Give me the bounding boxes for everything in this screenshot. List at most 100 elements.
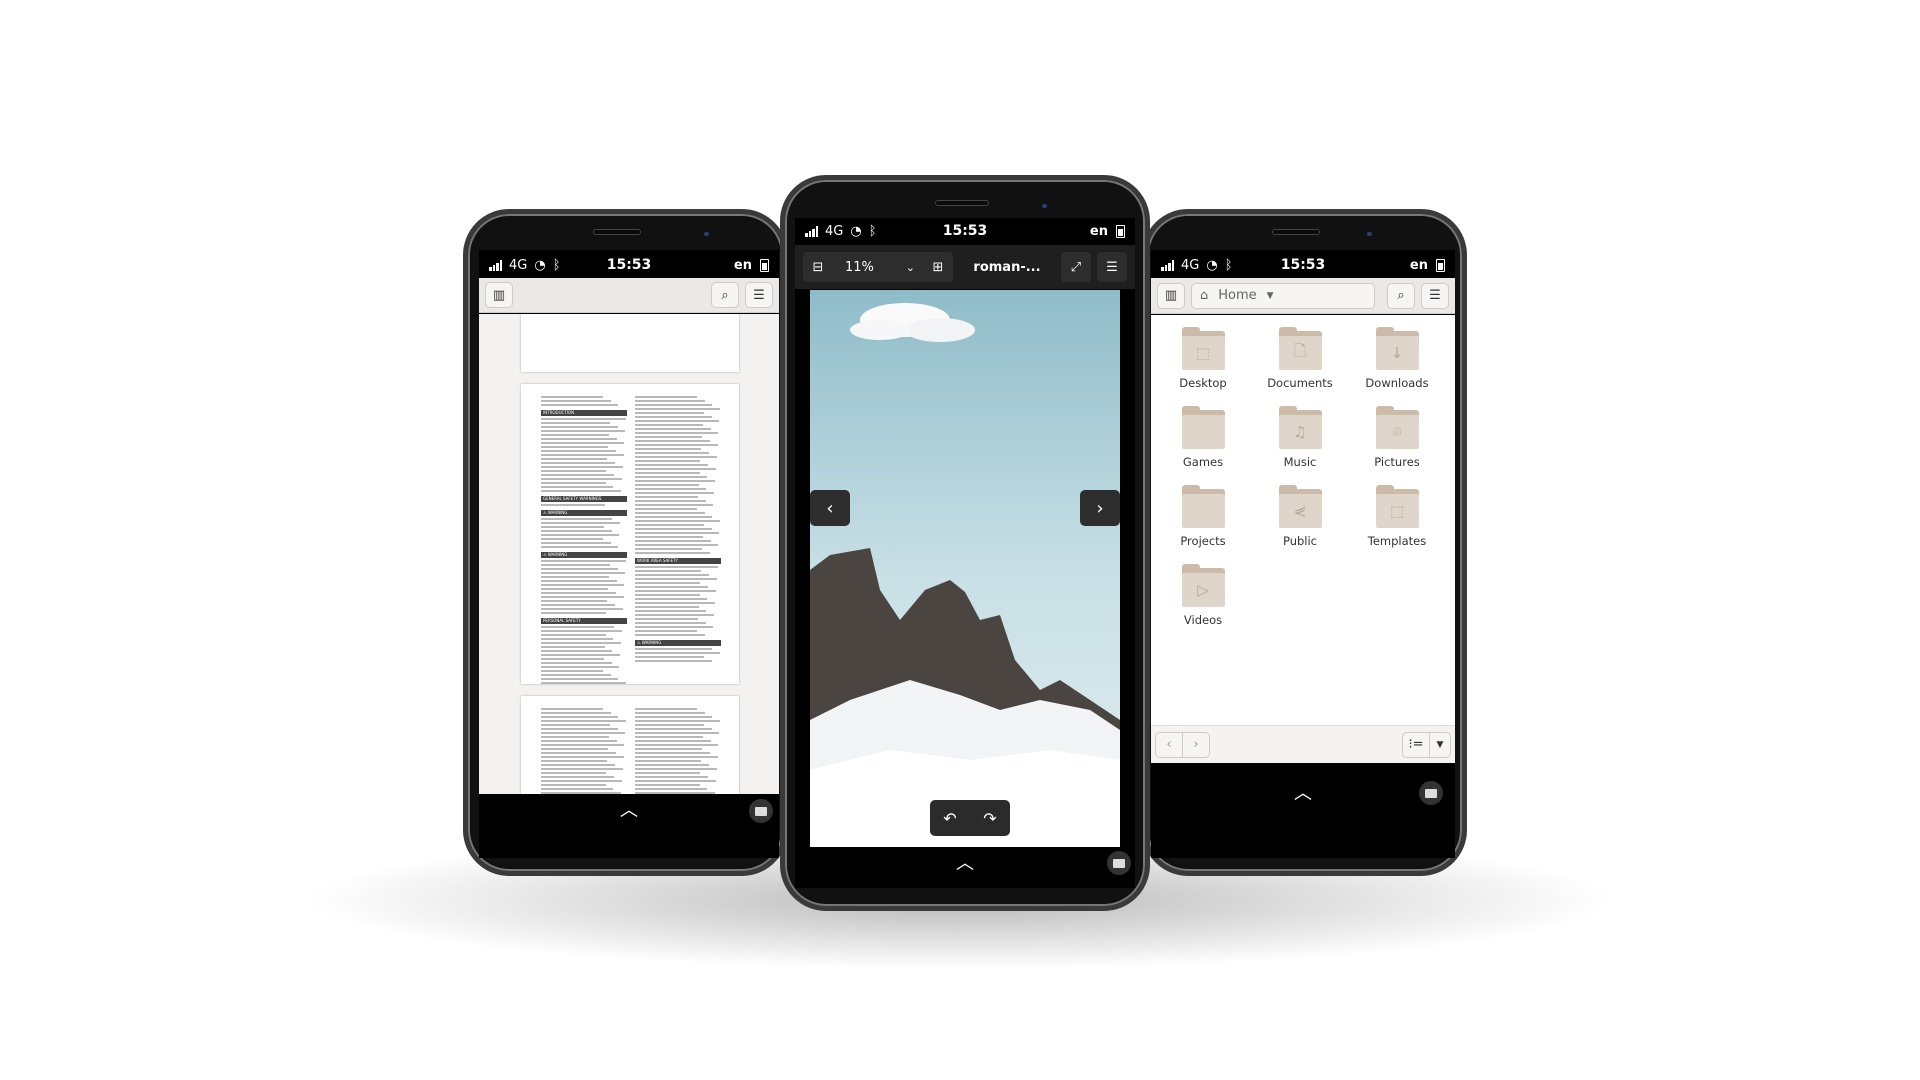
text-line — [541, 682, 627, 684]
text-line — [635, 756, 718, 758]
text-line — [541, 462, 615, 464]
text-line — [635, 440, 710, 442]
text-line — [635, 768, 717, 770]
screen-document-viewer: 4G ◔ ᛒ 15:53 en ▥ ⌕ ☰ INTRODUCTION GENERAL … — [479, 250, 779, 858]
text-line — [541, 708, 603, 710]
folder-icon: ↓ — [1375, 327, 1419, 370]
folder-desktop[interactable]: ⬚ Desktop — [1155, 327, 1251, 390]
folder-games[interactable]: Games — [1155, 406, 1251, 469]
battery-icon — [1436, 258, 1445, 272]
text-line — [541, 526, 604, 528]
view-options-dropdown[interactable]: ▼ — [1429, 731, 1451, 758]
footer-bar: ‹ › ⁝= ▼ — [1151, 725, 1455, 763]
text-line — [635, 396, 697, 398]
screen-file-manager: 4G ◔ ᛒ 15:53 en ▥ ⌂ Home ▼ ⌕ ☰ ⬚ Desktop 🗋 Docu… — [1151, 250, 1455, 858]
chevron-up-icon[interactable]: ︿ — [620, 796, 638, 822]
previous-image-button[interactable]: ‹ — [810, 490, 850, 526]
text-line — [541, 584, 625, 586]
file-title: roman-... — [973, 259, 1041, 275]
folder-label: Templates — [1367, 534, 1427, 548]
text-line — [541, 736, 609, 738]
chevron-up-icon[interactable]: ︿ — [956, 849, 974, 875]
text-line — [635, 504, 714, 506]
location-bar[interactable]: ⌂ Home ▼ — [1191, 282, 1375, 309]
menu-button[interactable]: ☰ — [745, 282, 773, 308]
wifi-icon: ◔ — [1206, 257, 1218, 273]
folder-documents[interactable]: 🗋 Documents — [1252, 327, 1348, 390]
keyboard-icon[interactable] — [1107, 851, 1131, 875]
zoom-out-button[interactable]: ⊟ — [803, 252, 833, 282]
page — [521, 314, 739, 372]
text-line — [541, 400, 611, 402]
text-line — [541, 604, 615, 606]
text-line — [541, 568, 618, 570]
doc-heading: INTRODUCTION — [541, 410, 627, 416]
text-line — [635, 544, 719, 546]
keyboard-icon[interactable] — [749, 799, 773, 823]
text-line — [541, 446, 609, 448]
text-line — [635, 708, 697, 710]
search-button[interactable]: ⌕ — [711, 282, 739, 308]
text-line — [541, 748, 609, 750]
next-image-button[interactable]: › — [1080, 490, 1120, 526]
folder-label: Downloads — [1365, 376, 1429, 390]
text-line — [635, 606, 699, 608]
folder-music[interactable]: ♫ Music — [1252, 406, 1348, 469]
text-line — [541, 450, 616, 452]
menu-button[interactable]: ☰ — [1421, 282, 1449, 309]
text-line — [635, 622, 706, 624]
text-line — [635, 412, 704, 414]
chevron-up-icon[interactable]: ︿ — [1294, 779, 1312, 805]
home-icon: ⌂ — [1200, 288, 1209, 303]
text-line — [541, 612, 607, 614]
back-button[interactable]: ‹ — [1155, 731, 1183, 758]
forward-button[interactable]: › — [1182, 731, 1210, 758]
folder-emblem-icon — [1181, 494, 1225, 528]
text-line — [541, 588, 609, 590]
folder-pictures[interactable]: ⌾ Pictures — [1349, 406, 1445, 469]
sidebar-toggle-button[interactable]: ▥ — [485, 282, 513, 308]
folder-public[interactable]: ⋞ Public — [1252, 485, 1348, 548]
page — [521, 696, 739, 794]
search-button[interactable]: ⌕ — [1387, 282, 1415, 309]
folder-templates[interactable]: ⬚ Templates — [1349, 485, 1445, 548]
text-line — [635, 716, 713, 718]
menu-button[interactable]: ☰ — [1097, 252, 1127, 282]
sidebar-toggle-button[interactable]: ▥ — [1157, 282, 1185, 309]
text-line — [541, 744, 625, 746]
text-line — [541, 760, 608, 762]
folder-projects[interactable]: Projects — [1155, 485, 1251, 548]
rotate-left-icon[interactable]: ↶ — [943, 809, 956, 828]
keyboard-icon[interactable] — [1419, 781, 1443, 805]
folder-downloads[interactable]: ↓ Downloads — [1349, 327, 1445, 390]
rotate-right-icon[interactable]: ↷ — [983, 809, 996, 828]
doc-heading: ⚠ WARNING — [541, 552, 627, 558]
view-mode-button[interactable]: ⁝= — [1402, 731, 1430, 758]
zoom-in-button[interactable]: ⊞ — [923, 252, 953, 282]
zoom-level-dropdown[interactable]: 11% ⌄ — [833, 252, 923, 282]
text-line — [635, 630, 697, 632]
text-line — [541, 678, 619, 680]
text-line — [541, 560, 627, 562]
text-line — [635, 760, 702, 762]
phone-center: 4G ◔ ᛒ 15:53 en ⊟ 11% ⌄ ⊞ roman-... ⤢ ☰ ‹ ›… — [780, 175, 1150, 911]
fullscreen-button[interactable]: ⤢ — [1061, 252, 1091, 282]
text-line — [635, 720, 721, 722]
text-line — [541, 712, 611, 714]
text-line — [635, 724, 704, 726]
folder-label: Videos — [1183, 613, 1223, 627]
folder-label: Music — [1283, 455, 1317, 469]
status-bar: 4G ◔ ᛒ 15:53 en — [795, 218, 1135, 244]
text-line — [635, 520, 721, 522]
document-pages[interactable]: INTRODUCTION GENERAL SAFETY WARNINGS ⚠ WAR… — [479, 314, 779, 794]
folder-icon: 🗋 — [1278, 327, 1322, 370]
status-bar: 4G ◔ ᛒ 15:53 en — [479, 252, 779, 278]
text-line — [541, 776, 615, 778]
text-line — [635, 656, 704, 658]
folder-videos[interactable]: ▷ Videos — [1155, 564, 1251, 627]
wifi-icon: ◔ — [534, 257, 546, 273]
chevron-down-icon: ⌄ — [905, 260, 915, 274]
screen-image-viewer: 4G ◔ ᛒ 15:53 en ⊟ 11% ⌄ ⊞ roman-... ⤢ ☰ ‹ ›… — [795, 218, 1135, 888]
text-line — [635, 416, 712, 418]
text-line — [541, 732, 626, 734]
